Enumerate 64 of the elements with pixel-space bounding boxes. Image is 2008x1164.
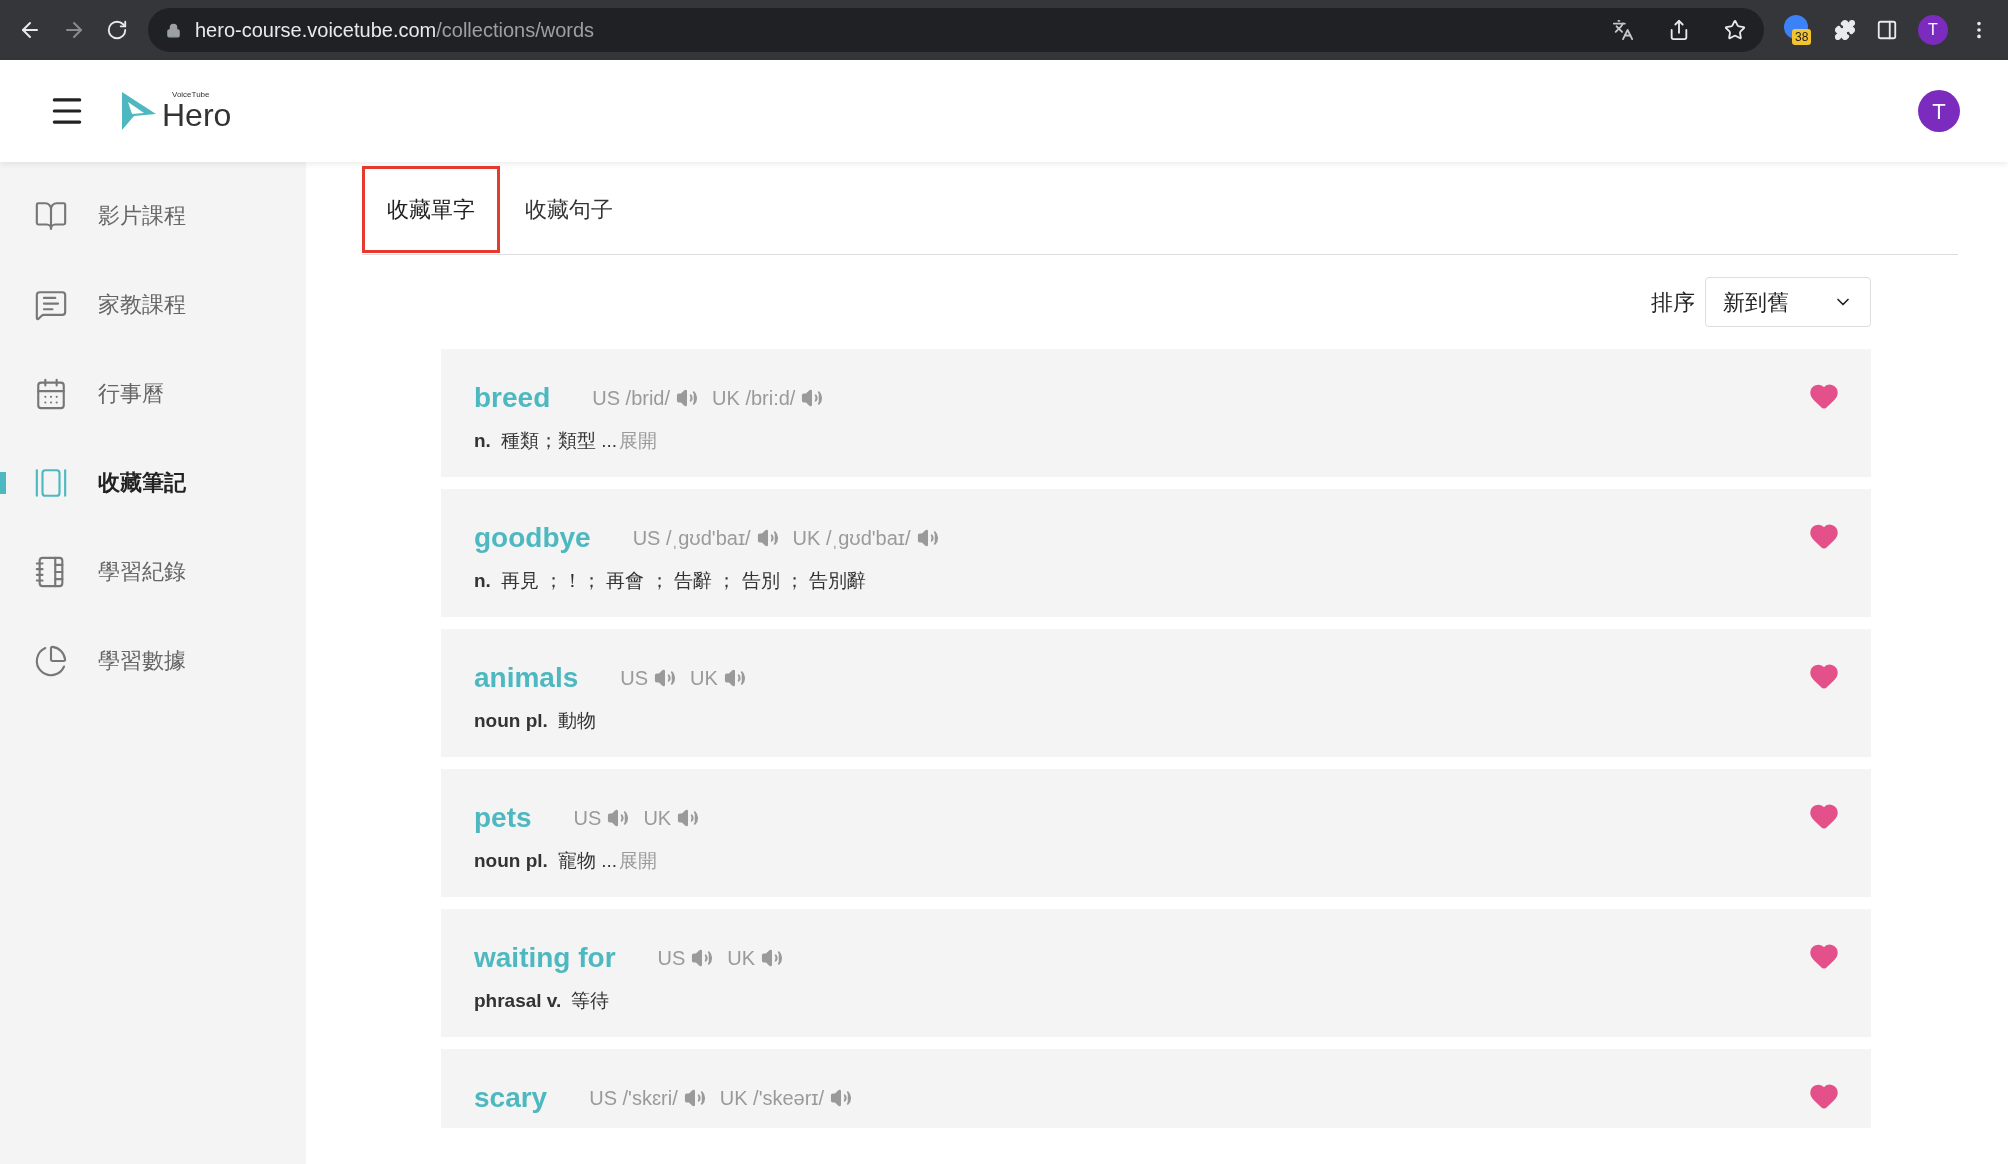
calendar-icon xyxy=(34,376,68,411)
play-logo-icon xyxy=(120,90,158,132)
definition: 再見 ；！； 再會 ； 告辭 ； 告別 ； 告別辭 xyxy=(500,569,867,593)
profile-avatar[interactable]: T xyxy=(1918,15,1948,45)
url-text: hero-course.voicetube.com/collections/words xyxy=(195,18,596,43)
speaker-icon[interactable] xyxy=(654,667,677,689)
speaker-icon[interactable] xyxy=(723,667,746,689)
pronunciation: US /ˌɡʊd'baɪ/ xyxy=(632,526,751,551)
speaker-icon[interactable] xyxy=(761,947,784,969)
pronunciation: US /brid/ xyxy=(592,386,671,411)
tab[interactable]: 收藏句子 xyxy=(500,166,638,253)
speaker-icon[interactable] xyxy=(916,527,939,549)
pronunciation: UK /'skeərɪ/ xyxy=(719,1086,825,1111)
pronunciation: UK xyxy=(643,806,672,831)
sidebar-item[interactable]: 收藏筆記 xyxy=(0,438,306,527)
part-of-speech: n. xyxy=(474,429,491,453)
definition: 等待 xyxy=(571,989,610,1013)
user-avatar[interactable]: T xyxy=(1918,90,1960,132)
part-of-speech: noun pl. xyxy=(474,709,548,733)
sidebar-item[interactable]: 學習數據 xyxy=(0,616,306,705)
speaker-icon[interactable] xyxy=(683,1087,706,1109)
speaker-icon[interactable] xyxy=(691,947,714,969)
pronunciation: UK /ˌɡʊd'baɪ/ xyxy=(792,526,911,551)
tab[interactable]: 收藏單字 xyxy=(362,166,500,253)
sort-label: 排序 xyxy=(1651,288,1695,317)
active-indicator xyxy=(0,472,6,494)
pronunciation: UK /bri:d/ xyxy=(712,386,796,411)
translate-icon[interactable] xyxy=(1612,19,1634,41)
pronunciation: UK xyxy=(727,946,756,971)
share-icon[interactable] xyxy=(1668,19,1690,41)
expand-link[interactable]: 展開 xyxy=(619,847,657,876)
bookmark-star-icon[interactable] xyxy=(1724,19,1746,41)
pie-chart-icon xyxy=(34,643,68,678)
side-panel-icon[interactable] xyxy=(1876,19,1898,41)
speaker-icon[interactable] xyxy=(607,807,630,829)
definition: 寵物 ... xyxy=(557,849,617,873)
sidebar-item[interactable]: 影片課程 xyxy=(0,171,306,260)
sort-dropdown[interactable]: 新到舊 xyxy=(1705,277,1871,327)
logo-brand: VoiceTube xyxy=(172,91,211,99)
speaker-icon[interactable] xyxy=(676,387,699,409)
sidebar-item[interactable]: 家教課程 xyxy=(0,260,306,349)
extensions-icon[interactable] xyxy=(1834,19,1856,41)
definition: 動物 xyxy=(557,709,596,733)
speaker-icon[interactable] xyxy=(801,387,824,409)
definition: 種類；類型 ... xyxy=(500,429,617,453)
lock-icon xyxy=(166,22,181,38)
pronunciation: US xyxy=(573,806,602,831)
speaker-icon[interactable] xyxy=(756,527,779,549)
pronunciation: UK xyxy=(690,666,718,691)
logo-text: Hero xyxy=(162,99,232,131)
part-of-speech: noun pl. xyxy=(474,849,548,873)
sidebar-item[interactable]: 學習紀錄 xyxy=(0,527,306,616)
extension-badge: 38 xyxy=(1792,29,1812,45)
part-of-speech: phrasal v. xyxy=(474,989,562,1013)
expand-link[interactable]: 展開 xyxy=(619,427,657,456)
pronunciation: US /'skɛri/ xyxy=(589,1086,678,1111)
pronunciation: US xyxy=(620,666,649,691)
part-of-speech: n. xyxy=(474,569,491,593)
address-bar[interactable]: hero-course.voicetube.com/collections/words xyxy=(148,8,1764,52)
reload-icon[interactable] xyxy=(106,19,128,41)
speaker-icon[interactable] xyxy=(830,1087,853,1109)
sidebar-item[interactable]: 行事曆 xyxy=(0,349,306,438)
pronunciation: US xyxy=(657,946,686,971)
speaker-icon[interactable] xyxy=(677,807,700,829)
